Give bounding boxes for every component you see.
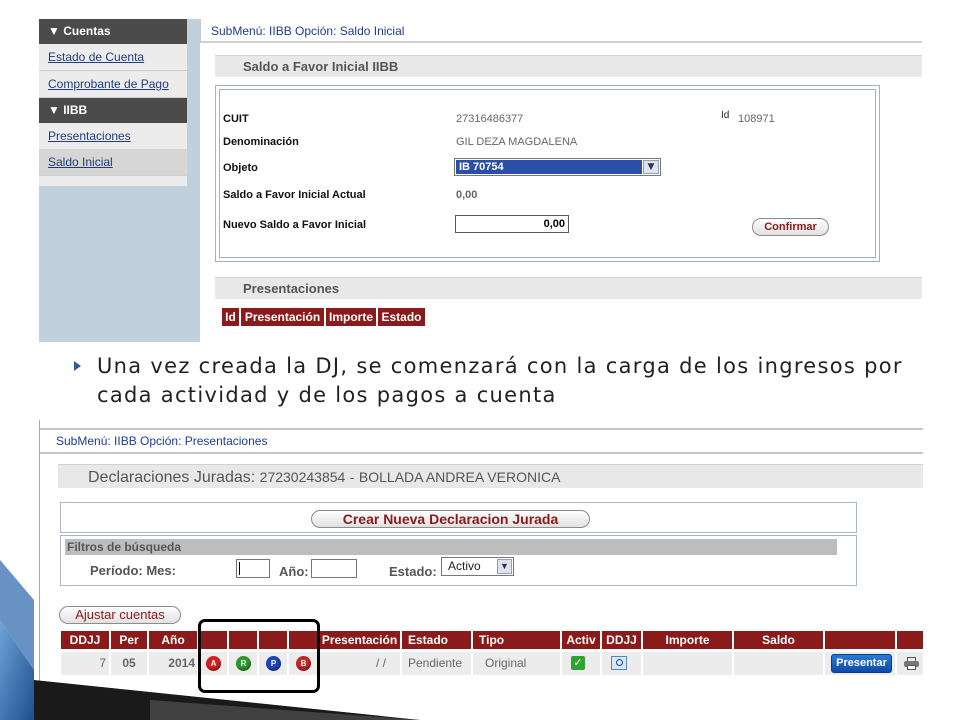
objeto-selected-value: IB 70754	[456, 160, 642, 174]
cell-tipo: Original	[473, 652, 560, 675]
ddjj-cuit: 27230243854	[259, 469, 346, 485]
magnifier-icon[interactable]	[611, 656, 627, 670]
submenu-breadcrumb: SubMenú: IIBB Opción: Saldo Inicial	[200, 19, 922, 43]
printer-icon[interactable]	[904, 657, 919, 670]
sidebar-group-iibb[interactable]: ▼ IIBB	[39, 98, 187, 123]
column-header-saldo: Saldo	[734, 631, 823, 649]
section-title-saldo: Saldo a Favor Inicial IIBB	[215, 55, 922, 77]
column-header-print	[897, 631, 923, 649]
sidebar-item-estado-de-cuenta[interactable]: Estado de Cuenta	[39, 44, 187, 70]
column-header-importe: Importe	[643, 631, 732, 649]
column-header-importe: Importe	[326, 308, 376, 326]
cell-importe	[643, 652, 732, 675]
denominacion-value: GIL DEZA MAGDALENA	[456, 136, 578, 148]
estado-selected-value: Activo	[448, 559, 481, 573]
grey-swoosh-shape	[150, 700, 420, 720]
sidebar-item-comprobante-de-pago[interactable]: Comprobante de Pago	[39, 71, 187, 97]
column-header-presentacion: Presentación	[241, 308, 324, 326]
crear-ddjj-panel: Crear Nueva Declaracion Jurada	[60, 502, 857, 533]
chevron-down-icon[interactable]: ▼	[643, 160, 659, 174]
saldo-form: CUIT 27316486377 Id 108971 Denominación …	[215, 85, 880, 262]
saldo-inicial-screenshot: ▼ Cuentas Estado de Cuenta Comprobante d…	[39, 19, 922, 342]
sidebar-link-estado-de-cuenta[interactable]: Estado de Cuenta	[48, 50, 144, 64]
chevron-down-icon[interactable]: ▼	[497, 559, 512, 574]
sidebar-link-presentaciones[interactable]: Presentaciones	[48, 129, 131, 143]
presentar-button[interactable]: Presentar	[831, 654, 892, 673]
objeto-label: Objeto	[223, 162, 258, 174]
bullet-arrow-icon	[74, 361, 81, 371]
ddjj-name: BOLLADA ANDREA VERONICA	[358, 469, 561, 485]
id-value: 108971	[738, 113, 775, 125]
ddjj-label: Declaraciones Juradas:	[88, 469, 256, 486]
column-header-estado: Estado	[378, 308, 425, 326]
checkbox-checked-icon[interactable]: ✓	[571, 656, 585, 670]
filtros-title: Filtros de búsqueda	[65, 539, 837, 555]
column-header-id: Id	[222, 308, 239, 326]
column-header-action	[825, 631, 895, 649]
crear-ddjj-button[interactable]: Crear Nueva Declaracion Jurada	[311, 510, 590, 528]
column-header-ddjj-view: DDJJ	[602, 631, 641, 649]
cuit-label: CUIT	[223, 113, 249, 125]
denominacion-label: Denominación	[223, 136, 299, 148]
submenu-breadcrumb-presentaciones: SubMenú: IIBB Opción: Presentaciones	[40, 428, 923, 454]
bullet-text: Una vez creada la DJ, se comenzará con l…	[97, 354, 903, 407]
section-title-presentaciones: Presentaciones	[215, 277, 922, 299]
id-label: Id	[721, 110, 730, 121]
cuit-value: 27316486377	[456, 113, 524, 125]
nuevo-saldo-label: Nuevo Saldo a Favor Inicial	[223, 219, 367, 231]
column-header-tipo: Tipo	[473, 631, 560, 649]
estado-select[interactable]: Activo ▼	[441, 557, 514, 576]
sidebar-item-saldo-inicial[interactable]: Saldo Inicial	[39, 149, 187, 175]
sidebar-group-cuentas[interactable]: ▼ Cuentas	[39, 19, 187, 44]
ddjj-title-bar: Declaraciones Juradas: 27230243854 - BOL…	[58, 464, 923, 488]
sidebar-link-comprobante-de-pago[interactable]: Comprobante de Pago	[48, 77, 169, 91]
sidebar: ▼ Cuentas Estado de Cuenta Comprobante d…	[39, 19, 200, 342]
column-header-activ: Activ	[562, 631, 600, 649]
cell-saldo	[734, 652, 823, 675]
sidebar-item-presentaciones[interactable]: Presentaciones	[39, 123, 187, 149]
objeto-select[interactable]: IB 70754 ▼	[454, 158, 661, 176]
nuevo-saldo-input[interactable]: 0,00	[455, 215, 569, 233]
main-content: SubMenú: IIBB Opción: Saldo Inicial Sald…	[200, 19, 922, 342]
decorative-swoosh	[0, 560, 420, 720]
saldo-actual-label: Saldo a Favor Inicial Actual	[223, 189, 366, 201]
slide: ▼ Cuentas Estado de Cuenta Comprobante d…	[0, 0, 960, 720]
sidebar-footer	[39, 175, 187, 186]
saldo-actual-value: 0,00	[456, 189, 478, 201]
confirmar-button[interactable]: Confirmar	[752, 218, 829, 236]
ddjj-separator: -	[349, 469, 355, 485]
sidebar-link-saldo-inicial[interactable]: Saldo Inicial	[48, 155, 113, 169]
